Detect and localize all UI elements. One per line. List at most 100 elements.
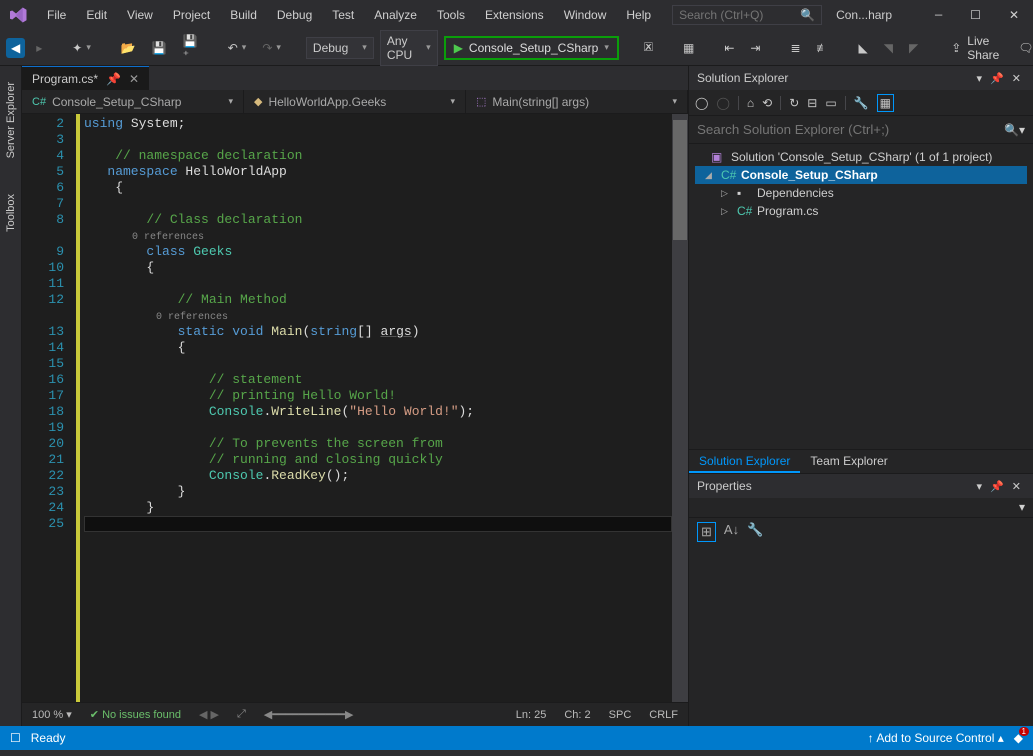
save-all-button[interactable]: 💾⁺ <box>178 31 203 65</box>
se-home-icon[interactable]: ⌂ <box>747 96 754 110</box>
save-button[interactable]: 💾 <box>147 38 172 58</box>
crumb-namespace[interactable]: C# Console_Setup_CSharp▾ <box>22 90 244 113</box>
menu-edit[interactable]: Edit <box>77 4 116 26</box>
se-search[interactable]: 🔍▾ <box>689 116 1033 144</box>
pin-icon[interactable]: 📌 <box>106 72 121 86</box>
code-editor[interactable]: 2345678910111213141516171819202122232425… <box>22 114 688 702</box>
menu-extensions[interactable]: Extensions <box>476 4 553 26</box>
share-icon: ⇪ <box>951 41 961 55</box>
nav-fwd-button[interactable]: ▸ <box>31 38 47 58</box>
crumb-method[interactable]: ⬚ Main(string[] args)▾ <box>466 90 688 113</box>
se-showall-icon[interactable]: ▭ <box>825 96 836 110</box>
menu-help[interactable]: Help <box>617 4 660 26</box>
toolbox-tab[interactable]: Toolbox <box>2 186 20 240</box>
props-sort-icon[interactable]: A↓ <box>724 522 739 542</box>
tree-dependencies[interactable]: ▷ ▪ Dependencies <box>695 184 1027 202</box>
expand-icon[interactable]: ▷ <box>721 206 731 217</box>
menu-tools[interactable]: Tools <box>428 4 474 26</box>
tab-solution-explorer[interactable]: Solution Explorer <box>689 450 800 473</box>
menu-project[interactable]: Project <box>164 4 219 26</box>
props-dropdown-icon[interactable]: ▾ <box>1019 500 1025 514</box>
panel-title: Solution Explorer <box>697 71 973 85</box>
se-search-input[interactable] <box>697 122 1004 137</box>
notifications-icon[interactable]: ◆1 <box>1014 731 1023 745</box>
editor-scrollbar[interactable] <box>672 114 688 702</box>
tb-indent-in-icon[interactable]: ⇥ <box>745 38 765 58</box>
tb-uncomment-icon[interactable]: ≢ <box>812 38 834 58</box>
tree-program-cs[interactable]: ▷ C# Program.cs <box>695 202 1027 220</box>
code-content[interactable]: using System; // namespace declaration n… <box>84 114 672 702</box>
tb-prev-bookmark-icon[interactable]: ◤ <box>904 38 923 58</box>
panel-menu-icon[interactable]: ▾ <box>973 72 987 85</box>
tb-bookmark-icon[interactable]: ◣ <box>854 38 873 58</box>
open-file-button[interactable]: 📂 <box>116 38 141 58</box>
issues-indicator[interactable]: ✔ No issues found <box>90 708 181 721</box>
nav-back-button[interactable]: ◀ <box>6 38 25 58</box>
new-project-button[interactable]: ✦▾ <box>67 38 96 58</box>
maximize-button[interactable]: ☐ <box>960 2 991 29</box>
menu-build[interactable]: Build <box>221 4 266 26</box>
menu-debug[interactable]: Debug <box>268 4 321 26</box>
config-dropdown[interactable]: Debug▾ <box>306 37 374 59</box>
run-button[interactable]: ▶ Console_Setup_CSharp ▾ <box>444 36 619 60</box>
error-nav-icon[interactable]: ◀ ▶ <box>199 708 219 721</box>
file-tab-name: Program.cs* <box>32 72 98 86</box>
se-refresh-icon[interactable]: ↻ <box>789 96 799 110</box>
platform-dropdown[interactable]: Any CPU▾ <box>380 30 438 66</box>
expand-icon[interactable]: ◢ <box>705 170 715 181</box>
se-fwd-icon[interactable]: ◯ <box>716 96 729 110</box>
global-search-input[interactable] <box>679 8 779 22</box>
eol-mode[interactable]: CRLF <box>649 709 678 721</box>
menu-view[interactable]: View <box>118 4 162 26</box>
dependencies-icon: ▪ <box>737 186 751 200</box>
file-tab-program[interactable]: Program.cs* 📌 ✕ <box>22 66 149 90</box>
undo-button[interactable]: ↶▾ <box>223 38 252 58</box>
se-preview-icon[interactable]: ▦ <box>877 94 894 112</box>
editor-status-bar: 100 % ▾ ✔ No issues found ◀ ▶ ⤢ ◀━━━━━━━… <box>22 702 688 726</box>
close-button[interactable]: ✕ <box>999 2 1029 29</box>
tb-icon-1[interactable]: 🗷 <box>639 37 658 58</box>
add-source-control[interactable]: ↑ Add to Source Control ▴ <box>868 731 1004 745</box>
status-app-icon[interactable]: ☐ <box>10 731 21 745</box>
menu-test[interactable]: Test <box>323 4 363 26</box>
crlf-toggle-icon[interactable]: ⤢ <box>237 708 246 721</box>
panel-close-icon[interactable]: ✕ <box>1008 72 1025 85</box>
search-icon: 🔍▾ <box>1004 123 1025 137</box>
tb-next-bookmark-icon[interactable]: ◥ <box>879 38 898 58</box>
se-sync-icon[interactable]: ⟲ <box>762 96 772 110</box>
props-categorize-icon[interactable]: ⊞ <box>697 522 716 542</box>
menu-window[interactable]: Window <box>555 4 616 26</box>
panel-close-icon[interactable]: ✕ <box>1008 480 1025 493</box>
tab-close-icon[interactable]: ✕ <box>129 72 139 86</box>
global-search[interactable]: 🔍 <box>672 5 822 25</box>
se-collapse-icon[interactable]: ⊟ <box>807 96 817 110</box>
menu-analyze[interactable]: Analyze <box>365 4 426 26</box>
expand-icon[interactable]: ▷ <box>721 188 731 199</box>
solution-tree: ▣ Solution 'Console_Setup_CSharp' (1 of … <box>689 144 1033 449</box>
tree-project[interactable]: ◢ C# Console_Setup_CSharp <box>695 166 1027 184</box>
panel-menu-icon[interactable]: ▾ <box>973 480 987 493</box>
se-properties-icon[interactable]: 🔧 <box>854 96 869 110</box>
main-area: Server Explorer Toolbox Program.cs* 📌 ✕ … <box>0 66 1033 726</box>
zoom-dropdown[interactable]: 100 % ▾ <box>32 708 72 721</box>
props-body <box>689 546 1033 726</box>
props-wrench-icon[interactable]: 🔧 <box>747 522 763 542</box>
main-toolbar: ◀ ▸ ✦▾ 📂 💾 💾⁺ ↶▾ ↷▾ Debug▾ Any CPU▾ ▶ Co… <box>0 30 1033 66</box>
crumb-class[interactable]: ◆ HelloWorldApp.Geeks▾ <box>244 90 466 113</box>
minimize-button[interactable]: — <box>925 2 952 29</box>
panel-pin-icon[interactable]: 📌 <box>986 480 1008 493</box>
live-share-button[interactable]: ⇪ Live Share <box>943 30 1007 66</box>
indent-mode[interactable]: SPC <box>609 709 632 721</box>
tree-solution-root[interactable]: ▣ Solution 'Console_Setup_CSharp' (1 of … <box>695 148 1027 166</box>
server-explorer-tab[interactable]: Server Explorer <box>2 74 20 166</box>
feedback-icon[interactable]: 🗨 <box>1013 38 1033 58</box>
tab-team-explorer[interactable]: Team Explorer <box>800 450 897 473</box>
panel-pin-icon[interactable]: 📌 <box>986 72 1008 85</box>
se-back-icon[interactable]: ◯ <box>695 96 708 110</box>
tb-comment-icon[interactable]: ≣ <box>785 38 805 58</box>
tb-icon-2[interactable]: ▦ <box>678 38 699 58</box>
scroll-thumb[interactable] <box>673 120 687 240</box>
tb-indent-out-icon[interactable]: ⇤ <box>719 38 739 58</box>
menu-file[interactable]: File <box>38 4 75 26</box>
redo-button[interactable]: ↷▾ <box>257 38 286 58</box>
